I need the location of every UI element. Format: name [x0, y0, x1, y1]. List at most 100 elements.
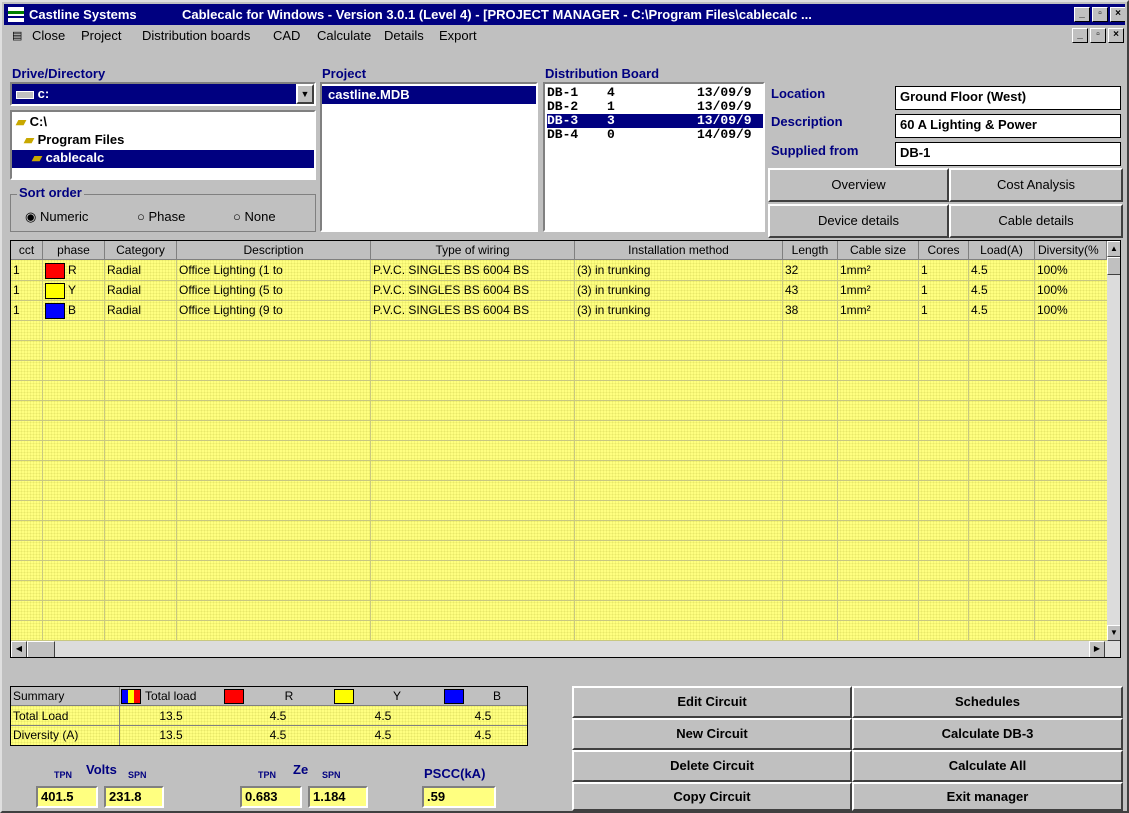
- chevron-down-icon[interactable]: ▼: [296, 84, 314, 104]
- grid-line: [11, 540, 1107, 541]
- distribution-board-list[interactable]: DB-1 4 13/09/9 DB-2 1 13/09/9 DB-3 3 13/09/9 D…: [543, 82, 765, 232]
- menu-details[interactable]: Details: [384, 26, 424, 46]
- location-field[interactable]: Ground Floor (West): [895, 86, 1121, 110]
- directory-list[interactable]: ▰ C:\ ▰ Program Files ▰ cablecalc: [10, 110, 316, 180]
- folder-open-icon: ▰: [24, 132, 34, 147]
- menu-close[interactable]: Close: [32, 26, 65, 46]
- vertical-scrollbar[interactable]: ▲ ▼: [1107, 241, 1120, 641]
- pscc-label: PSCC(kA): [424, 766, 486, 781]
- sort-numeric-radio[interactable]: ◉ Numeric: [25, 209, 88, 225]
- edit-circuit-button[interactable]: Edit Circuit: [572, 686, 852, 718]
- h-scroll-thumb[interactable]: [27, 641, 55, 657]
- supplied-from-label: Supplied from: [771, 143, 859, 158]
- sort-order-label: Sort order: [17, 185, 84, 200]
- calculate-db-button[interactable]: Calculate DB-3: [852, 718, 1123, 750]
- cable-details-button[interactable]: Cable details: [949, 204, 1123, 238]
- app-name: Castline Systems: [29, 7, 137, 22]
- delete-circuit-button[interactable]: Delete Circuit: [572, 750, 852, 782]
- grid-line: [11, 320, 1107, 321]
- grid-line: [11, 520, 1107, 521]
- volts-tpn-label: TPN: [54, 770, 72, 780]
- col-header-wiring[interactable]: Type of wiring: [371, 241, 575, 260]
- grid-line: [11, 500, 1107, 501]
- menu-project[interactable]: Project: [81, 26, 121, 46]
- col-header-method[interactable]: Installation method: [575, 241, 783, 260]
- copy-circuit-button[interactable]: Copy Circuit: [572, 782, 852, 811]
- col-header-category[interactable]: Category: [105, 241, 177, 260]
- child-restore-icon[interactable]: ▫: [1090, 28, 1106, 43]
- cost-analysis-button[interactable]: Cost Analysis: [949, 168, 1123, 202]
- grid-line: [11, 420, 1107, 421]
- table-row[interactable]: 1 Y Radial Office Lighting (5 to P.V.C. …: [11, 281, 1107, 300]
- dir-item-program-files[interactable]: ▰ Program Files: [24, 132, 124, 148]
- maximize-icon[interactable]: ▫: [1092, 7, 1108, 22]
- minimize-icon[interactable]: _: [1074, 7, 1090, 22]
- ze-spn-label: SPN: [322, 770, 341, 780]
- child-window-icon[interactable]: ▤: [12, 26, 22, 46]
- col-header-cable-size[interactable]: Cable size: [838, 241, 919, 260]
- scroll-up-icon[interactable]: ▲: [1107, 241, 1120, 257]
- scroll-right-icon[interactable]: ▶: [1089, 641, 1105, 657]
- calculate-all-button[interactable]: Calculate All: [852, 750, 1123, 782]
- board-item-db-3[interactable]: DB-3 3 13/09/9: [547, 114, 763, 128]
- pscc-field[interactable]: .59: [422, 786, 496, 808]
- board-item-db-4[interactable]: DB-4 0 14/09/9: [547, 128, 763, 142]
- horizontal-scrollbar[interactable]: ◀ ▶: [11, 641, 1120, 657]
- summary-r-header: R: [284, 689, 294, 703]
- folder-open-icon: ▰: [16, 114, 26, 129]
- board-item-db-2[interactable]: DB-2 1 13/09/9: [547, 100, 763, 114]
- new-circuit-button[interactable]: New Circuit: [572, 718, 852, 750]
- location-label: Location: [771, 86, 826, 101]
- scroll-down-icon[interactable]: ▼: [1107, 625, 1120, 641]
- device-details-button[interactable]: Device details: [768, 204, 949, 238]
- circuit-grid[interactable]: cct phase Category Description Type of w…: [10, 240, 1121, 658]
- folder-open-icon: ▰: [32, 150, 42, 165]
- col-header-cct[interactable]: cct: [11, 241, 43, 260]
- table-row[interactable]: 1 B Radial Office Lighting (9 to P.V.C. …: [11, 301, 1107, 320]
- menu-calculate[interactable]: Calculate: [317, 26, 371, 46]
- board-item-db-1[interactable]: DB-1 4 13/09/9: [547, 86, 763, 100]
- app-icon[interactable]: [8, 7, 24, 22]
- dir-item-root[interactable]: ▰ C:\: [16, 114, 47, 130]
- volts-spn-field[interactable]: 231.8: [104, 786, 164, 808]
- schedules-button[interactable]: Schedules: [852, 686, 1123, 718]
- child-minimize-icon[interactable]: _: [1072, 28, 1088, 43]
- sort-none-radio[interactable]: ○ None: [233, 209, 276, 224]
- project-item[interactable]: castline.MDB: [322, 86, 536, 104]
- dir-item-cablecalc[interactable]: ▰ cablecalc: [12, 150, 314, 168]
- description-field[interactable]: 60 A Lighting & Power: [895, 114, 1121, 138]
- sort-phase-radio[interactable]: ○ Phase: [137, 209, 185, 224]
- project-list[interactable]: castline.MDB: [320, 82, 538, 232]
- col-header-diversity[interactable]: Diversity(%: [1035, 241, 1107, 260]
- overview-button[interactable]: Overview: [768, 168, 949, 202]
- col-header-length[interactable]: Length: [783, 241, 838, 260]
- phase-b-swatch: [45, 303, 65, 319]
- ze-spn-field[interactable]: 1.184: [308, 786, 368, 808]
- grid-line: [11, 380, 1107, 381]
- grid-line: [11, 360, 1107, 361]
- drive-value: c:: [37, 86, 50, 101]
- col-header-description[interactable]: Description: [177, 241, 371, 260]
- project-label: Project: [322, 66, 367, 81]
- menu-cad[interactable]: CAD: [273, 26, 300, 46]
- close-icon[interactable]: ×: [1110, 7, 1125, 22]
- exit-manager-button[interactable]: Exit manager: [852, 782, 1123, 811]
- grid-line: [11, 460, 1107, 461]
- ze-tpn-field[interactable]: 0.683: [240, 786, 302, 808]
- scroll-left-icon[interactable]: ◀: [11, 641, 27, 657]
- table-row[interactable]: 1 R Radial Office Lighting (1 to P.V.C. …: [11, 261, 1107, 280]
- scroll-thumb[interactable]: [1107, 257, 1120, 275]
- col-header-load[interactable]: Load(A): [969, 241, 1035, 260]
- col-header-cores[interactable]: Cores: [919, 241, 969, 260]
- y-swatch: [334, 689, 354, 704]
- supplied-from-field[interactable]: DB-1: [895, 142, 1121, 166]
- drive-select[interactable]: c: ▼: [10, 82, 316, 106]
- menu-export[interactable]: Export: [439, 26, 477, 46]
- sort-order-group: Sort order ◉ Numeric ○ Phase ○ None: [10, 185, 316, 232]
- col-header-phase[interactable]: phase: [43, 241, 105, 260]
- b-swatch: [444, 689, 464, 704]
- menu-distribution-boards[interactable]: Distribution boards: [142, 26, 250, 46]
- child-close-icon[interactable]: ×: [1108, 28, 1124, 43]
- window-title: Cablecalc for Windows - Version 3.0.1 (L…: [182, 7, 812, 22]
- volts-tpn-field[interactable]: 401.5: [36, 786, 98, 808]
